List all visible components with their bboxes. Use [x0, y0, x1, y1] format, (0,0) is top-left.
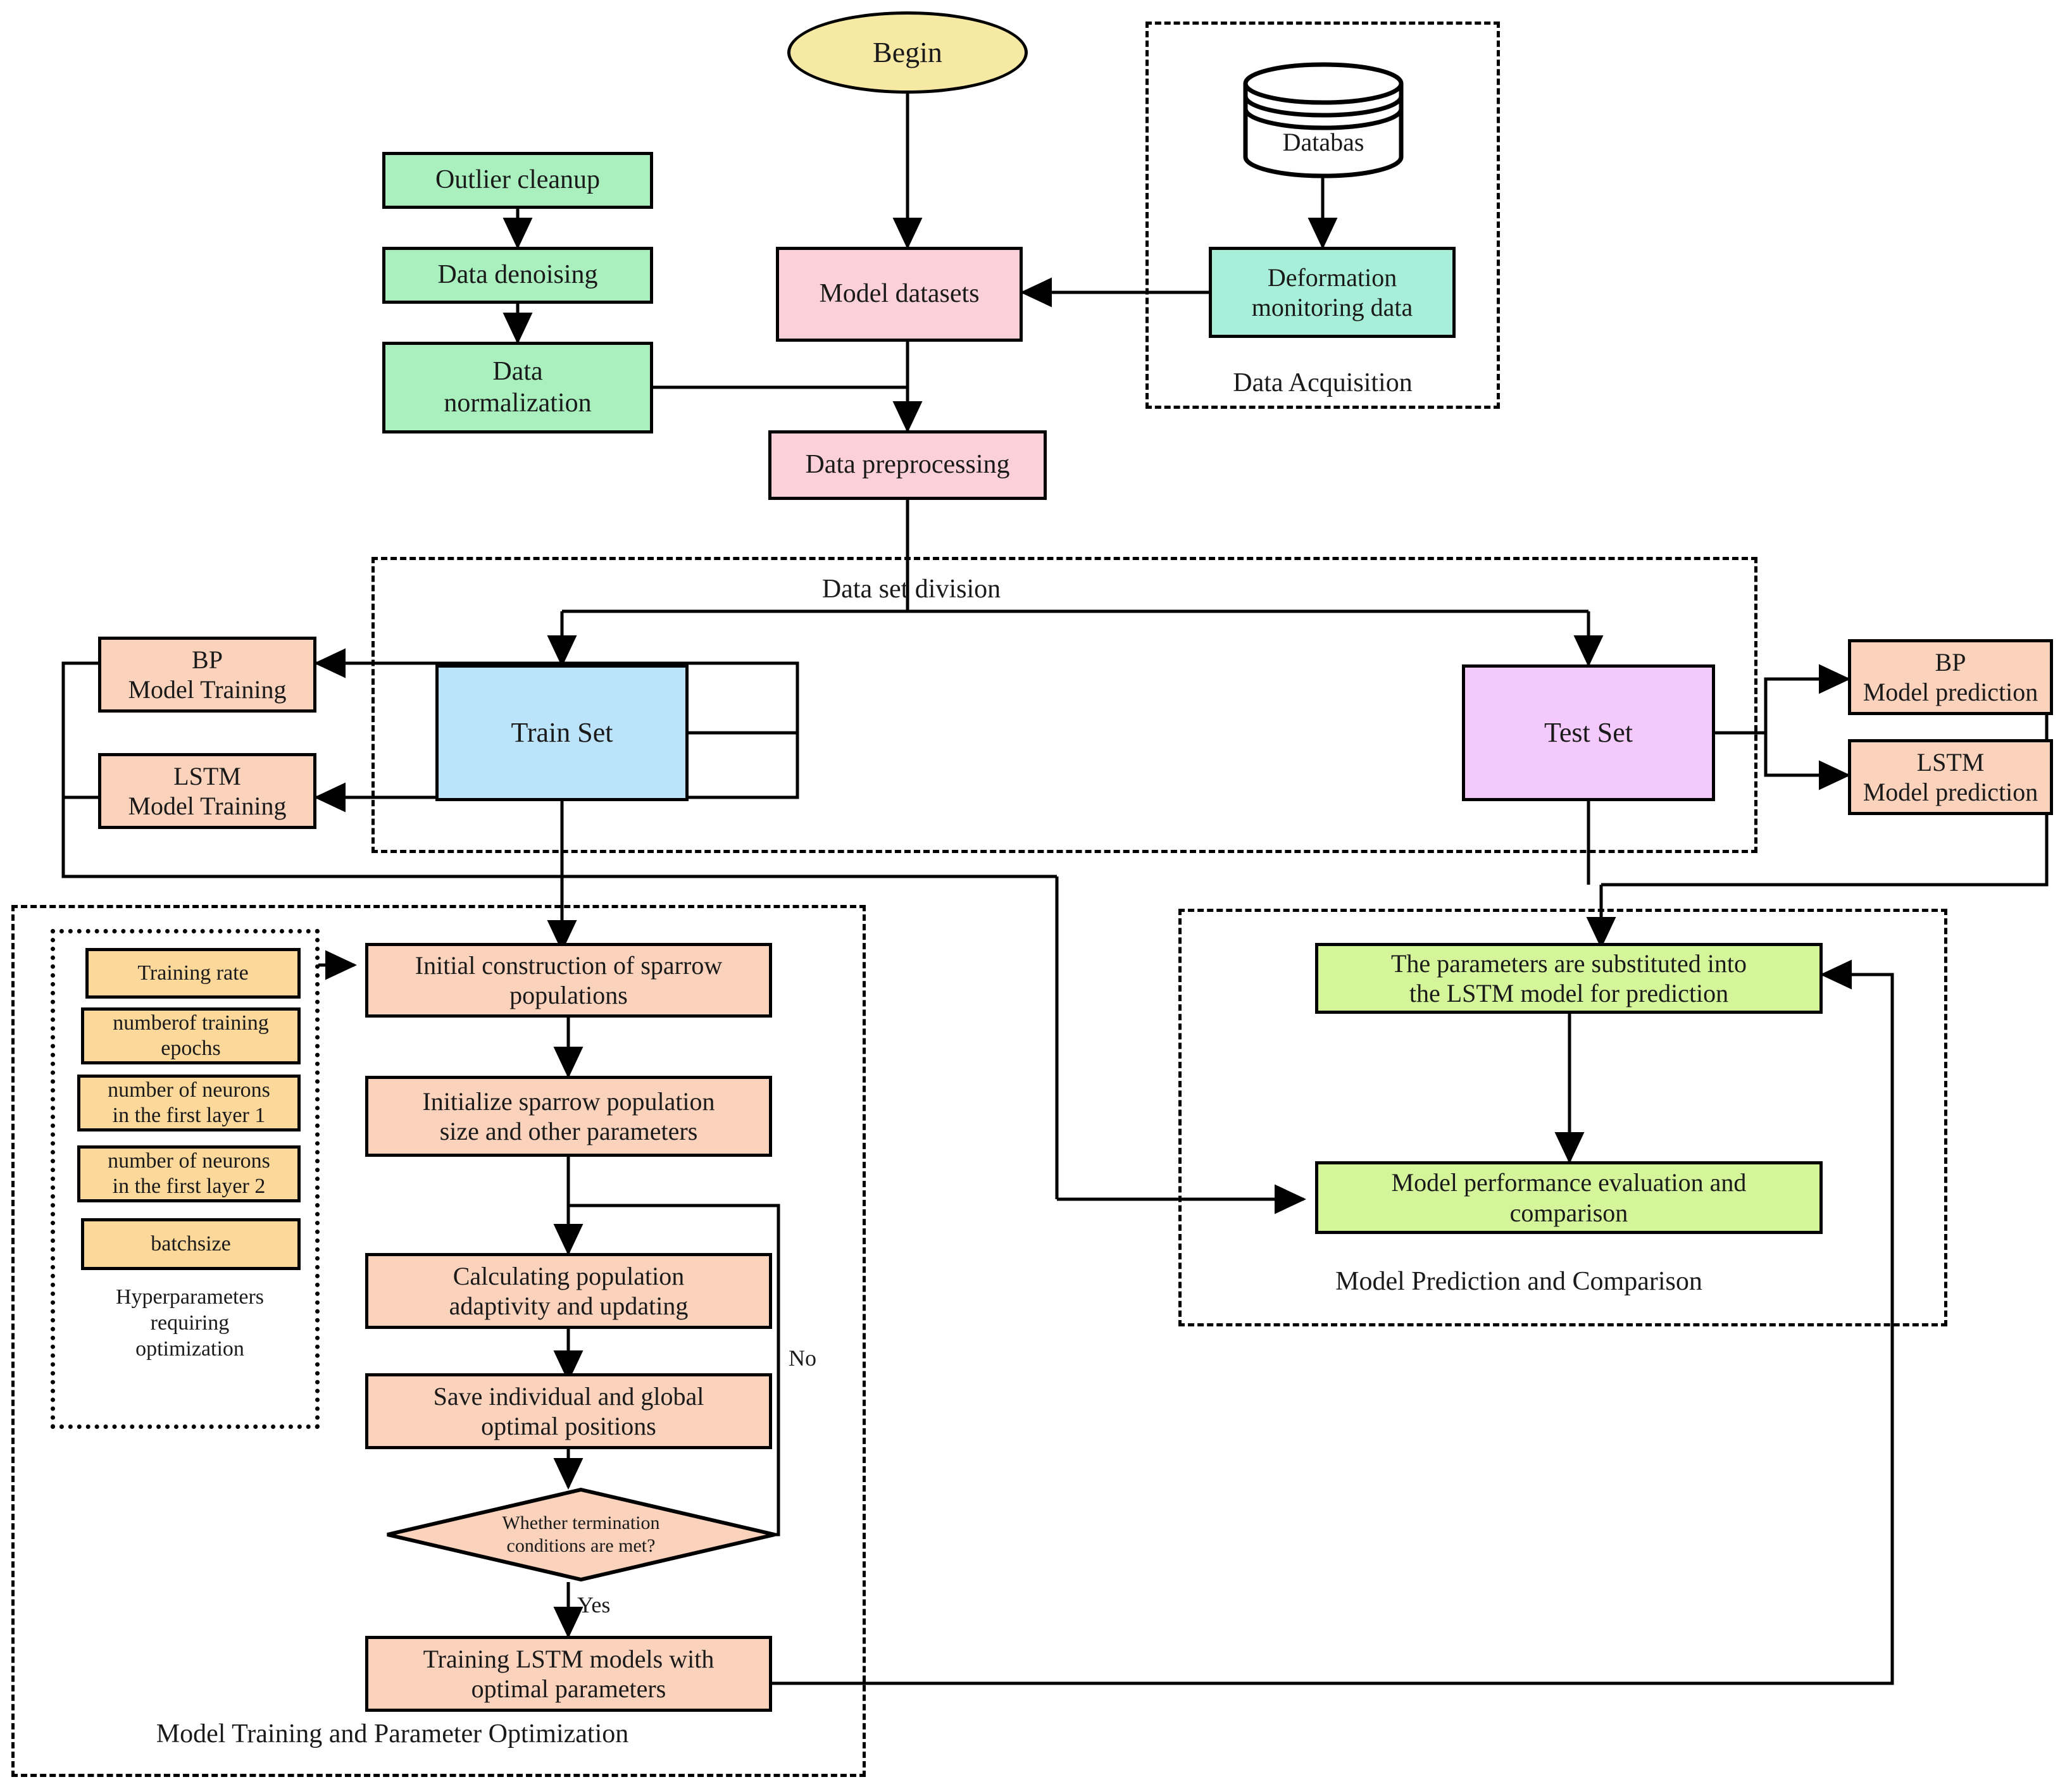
group-model-training-optimization-label: Model Training and Parameter Optimizatio…: [156, 1719, 629, 1748]
node-calculating-adaptivity[interactable]: Calculating population adaptivity and up…: [365, 1253, 772, 1329]
node-model-datasets-label: Model datasets: [819, 279, 980, 309]
edge-label-no: No: [789, 1345, 816, 1371]
node-train-set-label: Train Set: [511, 717, 613, 749]
node-parameters-substituted[interactable]: The parameters are substituted into the …: [1315, 943, 1823, 1014]
node-bp-model-prediction-label: BP Model prediction: [1863, 647, 2038, 706]
hyperparam-chip-2[interactable]: number of neurons in the first layer 1: [77, 1075, 301, 1131]
hyperparam-chip-2-label: number of neurons in the first layer 1: [108, 1078, 270, 1127]
node-training-lstm-optimal[interactable]: Training LSTM models with optimal parame…: [365, 1636, 772, 1712]
node-database-label: Databas: [1282, 127, 1364, 156]
group-data-acquisition-label: Data Acquisition: [1233, 368, 1413, 397]
group-data-set-division-label: Data set division: [821, 575, 1001, 604]
node-initial-construction[interactable]: Initial construction of sparrow populati…: [365, 943, 772, 1018]
edge-label-yes: Yes: [577, 1592, 611, 1618]
node-test-set[interactable]: Test Set: [1462, 664, 1715, 801]
node-parameters-substituted-label: The parameters are substituted into the …: [1390, 949, 1747, 1007]
edge-test-to-lstm-pred: [1764, 733, 1851, 790]
node-test-set-label: Test Set: [1544, 717, 1633, 749]
node-lstm-model-training-label: LSTM Model Training: [128, 761, 287, 820]
node-data-preprocessing[interactable]: Data preprocessing: [768, 430, 1047, 500]
node-data-denoising-label: Data denoising: [437, 260, 598, 290]
node-model-datasets[interactable]: Model datasets: [776, 247, 1023, 342]
hyperparam-chip-3[interactable]: number of neurons in the first layer 2: [77, 1145, 301, 1202]
group-model-prediction-comparison-label: Model Prediction and Comparison: [1335, 1267, 1702, 1296]
node-begin[interactable]: Begin: [787, 11, 1028, 94]
hyperparam-chip-4[interactable]: batchsize: [81, 1218, 301, 1270]
node-initialize-population[interactable]: Initialize sparrow population size and o…: [365, 1076, 772, 1157]
node-performance-evaluation[interactable]: Model performance evaluation and compari…: [1315, 1161, 1823, 1234]
hyperparameters-caption: Hyperparameters requiring optimization: [115, 1285, 265, 1361]
node-termination-decision-label: Whether termination conditions are met?: [502, 1512, 660, 1556]
hyperparam-chip-0[interactable]: Training rate: [85, 948, 301, 999]
node-begin-label: Begin: [873, 35, 942, 68]
hyperparam-chip-0-label: Training rate: [137, 961, 249, 985]
node-bp-model-prediction[interactable]: BP Model prediction: [1848, 639, 2053, 715]
node-outlier-cleanup[interactable]: Outlier cleanup: [382, 152, 653, 209]
node-lstm-model-prediction[interactable]: LSTM Model prediction: [1848, 739, 2053, 815]
node-lstm-model-training[interactable]: LSTM Model Training: [98, 753, 316, 829]
node-calculating-adaptivity-label: Calculating population adaptivity and up…: [449, 1261, 689, 1320]
node-bp-model-training-label: BP Model Training: [128, 645, 287, 704]
node-data-denoising[interactable]: Data denoising: [382, 247, 653, 304]
node-database[interactable]: Databas: [1240, 61, 1406, 180]
node-lstm-model-prediction-label: LSTM Model prediction: [1863, 747, 2038, 806]
node-train-set[interactable]: Train Set: [435, 664, 689, 801]
edge-test-to-bp-pred: [1764, 664, 1851, 733]
node-training-lstm-optimal-label: Training LSTM models with optimal parame…: [423, 1644, 715, 1703]
hyperparam-chip-4-label: batchsize: [151, 1231, 231, 1256]
node-data-normalization-label: Data normalization: [444, 356, 592, 418]
hyperparam-chip-1-label: numberof training epochs: [113, 1011, 269, 1060]
flowchart-canvas: Data Acquisition Data set division Model…: [0, 0, 2072, 1789]
node-initialize-population-label: Initialize sparrow population size and o…: [422, 1087, 715, 1145]
hyperparam-chip-1[interactable]: numberof training epochs: [81, 1007, 301, 1064]
node-termination-decision[interactable]: Whether termination conditions are met?: [385, 1487, 777, 1582]
node-outlier-cleanup-label: Outlier cleanup: [435, 165, 601, 195]
hyperparam-chip-3-label: number of neurons in the first layer 2: [108, 1149, 270, 1198]
node-deformation-monitoring-data-label: Deformation monitoring data: [1251, 263, 1413, 321]
node-deformation-monitoring-data[interactable]: Deformation monitoring data: [1209, 247, 1456, 338]
node-save-positions-label: Save individual and global optimal posit…: [433, 1381, 704, 1440]
node-data-normalization[interactable]: Data normalization: [382, 342, 653, 433]
node-data-preprocessing-label: Data preprocessing: [805, 450, 1010, 480]
node-performance-evaluation-label: Model performance evaluation and compari…: [1391, 1168, 1747, 1227]
node-save-positions[interactable]: Save individual and global optimal posit…: [365, 1373, 772, 1449]
node-bp-model-training[interactable]: BP Model Training: [98, 637, 316, 713]
node-initial-construction-label: Initial construction of sparrow populati…: [415, 951, 723, 1009]
